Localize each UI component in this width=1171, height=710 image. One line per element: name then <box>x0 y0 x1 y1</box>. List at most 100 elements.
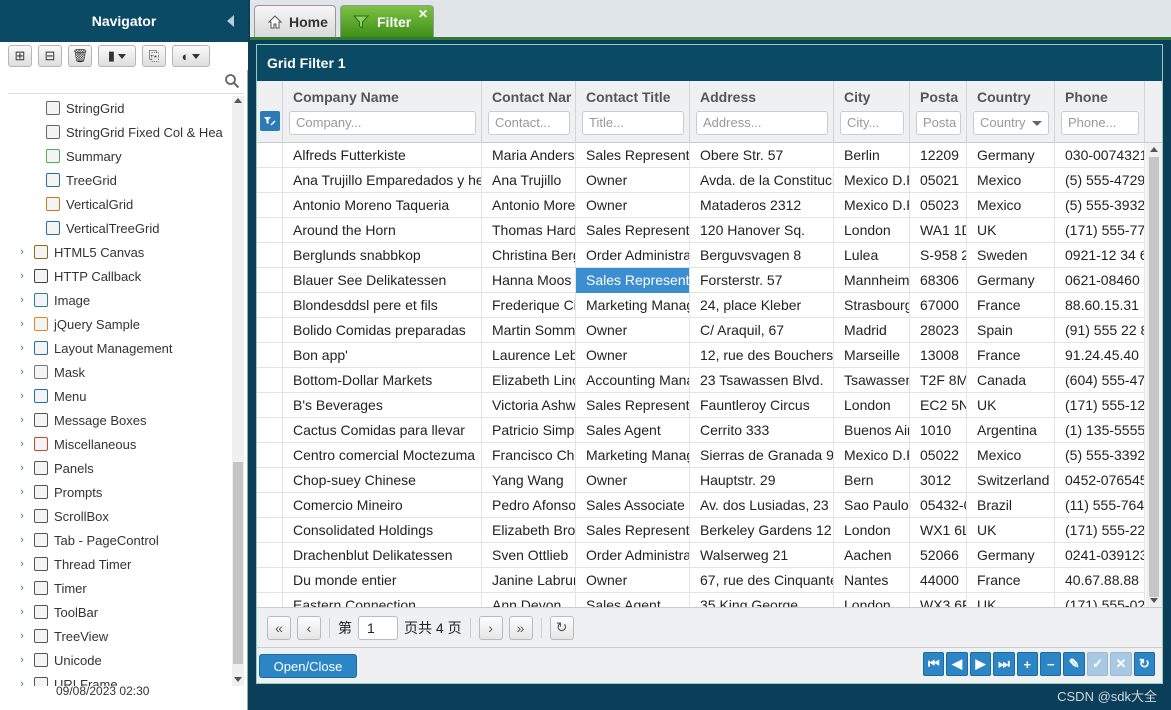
table-cell[interactable]: 12, rue des Bouchers <box>690 343 834 368</box>
table-cell[interactable]: (5) 555-4729 <box>1055 168 1145 193</box>
table-cell[interactable]: 88.60.15.31 <box>1055 293 1145 318</box>
table-cell[interactable]: (5) 555-3392 <box>1055 443 1145 468</box>
table-row[interactable]: Antonio Moreno Taqueria Antonio Moren Owne… <box>257 193 1145 218</box>
table-cell[interactable]: Frederique Cit <box>482 293 576 318</box>
table-cell[interactable]: Hauptstr. 29 <box>690 468 834 493</box>
filter-toggle-icon[interactable] <box>260 111 280 131</box>
collapse-left-icon[interactable] <box>227 15 234 27</box>
search-icon[interactable] <box>224 73 240 89</box>
table-cell[interactable]: 3012 <box>910 468 967 493</box>
db-insert-button[interactable]: + <box>1016 652 1039 676</box>
expand-chevron-icon[interactable]: › <box>16 318 28 330</box>
table-cell[interactable]: Germany <box>967 543 1055 568</box>
tree-item[interactable]: TreeGrid <box>46 168 117 192</box>
table-cell[interactable]: 12209 <box>910 143 967 168</box>
tree-item[interactable]: › ScrollBox <box>16 504 109 528</box>
table-cell[interactable]: Bon app' <box>283 343 482 368</box>
table-cell[interactable]: Ana Trujillo <box>482 168 576 193</box>
table-cell[interactable]: 1010 <box>910 418 967 443</box>
table-cell[interactable]: Marketing Manage <box>576 293 690 318</box>
db-refresh-button[interactable]: ↻ <box>1133 652 1156 676</box>
tree-item[interactable]: › Prompts <box>16 480 102 504</box>
table-cell[interactable]: Owner <box>576 343 690 368</box>
bookmark-dropdown[interactable]: ▮ <box>98 45 136 67</box>
table-cell[interactable]: Buenos Air <box>834 418 910 443</box>
db-delete-button[interactable]: − <box>1040 652 1062 676</box>
row-indicator[interactable] <box>257 493 283 518</box>
tab-filter[interactable]: Filter ✕ <box>340 5 434 37</box>
table-row[interactable]: Du monde entier Janine Labrun Owner 67, rue… <box>257 568 1145 593</box>
table-cell[interactable]: (11) 555-7647 <box>1055 493 1145 518</box>
expand-chevron-icon[interactable]: › <box>16 294 28 306</box>
table-cell[interactable]: Blondesddsl pere et fils <box>283 293 482 318</box>
table-cell[interactable]: Consolidated Holdings <box>283 518 482 543</box>
table-cell[interactable]: 05021 <box>910 168 967 193</box>
table-cell[interactable]: Fauntleroy Circus <box>690 393 834 418</box>
table-cell[interactable]: Berlin <box>834 143 910 168</box>
tree-item[interactable]: Summary <box>46 144 122 168</box>
table-cell[interactable]: France <box>967 568 1055 593</box>
open-close-button[interactable]: Open/Close <box>259 654 357 678</box>
table-cell[interactable]: Laurence Lebi <box>482 343 576 368</box>
table-cell[interactable]: France <box>967 343 1055 368</box>
table-cell[interactable]: B's Beverages <box>283 393 482 418</box>
table-cell[interactable]: Christina Berg <box>482 243 576 268</box>
table-cell[interactable]: Sales Representa <box>576 218 690 243</box>
table-cell[interactable]: Antonio Moren <box>482 193 576 218</box>
row-indicator[interactable] <box>257 318 283 343</box>
column-filter-input[interactable]: Company... <box>289 111 476 135</box>
table-cell[interactable]: 28023 <box>910 318 967 343</box>
table-row[interactable]: Blauer See Delikatessen Hanna Moos Sales R… <box>257 268 1145 293</box>
table-cell[interactable]: Berkeley Gardens 12 B <box>690 518 834 543</box>
column-filter-input[interactable]: Address... <box>696 111 828 135</box>
table-cell[interactable]: 67000 <box>910 293 967 318</box>
row-indicator[interactable] <box>257 593 283 607</box>
table-cell[interactable]: (171) 555-228 <box>1055 518 1145 543</box>
column-header[interactable]: Phone Phone... <box>1055 81 1145 143</box>
table-cell[interactable]: Francisco Cha <box>482 443 576 468</box>
table-cell[interactable]: (171) 555-778 <box>1055 218 1145 243</box>
table-row[interactable]: Alfreds Futterkiste Maria Anders Sales Rep… <box>257 143 1145 168</box>
table-cell[interactable]: Pedro Afonso <box>482 493 576 518</box>
table-cell[interactable]: Tsawassen <box>834 368 910 393</box>
table-row[interactable]: Eastern Connection Ann Devon Sales Agent 35… <box>257 593 1145 607</box>
tree-item[interactable]: StringGrid Fixed Col & Hea <box>46 120 223 144</box>
column-filter-input[interactable]: Posta <box>916 111 961 135</box>
expand-chevron-icon[interactable]: › <box>16 582 28 594</box>
row-indicator[interactable] <box>257 543 283 568</box>
table-cell[interactable]: Order Administrat <box>576 543 690 568</box>
table-cell[interactable]: 0621-08460 <box>1055 268 1145 293</box>
table-cell[interactable]: Germany <box>967 268 1055 293</box>
table-cell[interactable]: Accounting Manag <box>576 368 690 393</box>
tree-item[interactable]: › Menu <box>16 384 86 408</box>
table-cell[interactable]: Comercio Mineiro <box>283 493 482 518</box>
table-cell[interactable]: 23 Tsawassen Blvd. <box>690 368 834 393</box>
table-cell[interactable]: Mexico D.F <box>834 168 910 193</box>
table-row[interactable]: Comercio Mineiro Pedro Afonso Sales Associ… <box>257 493 1145 518</box>
table-cell[interactable]: Antonio Moreno Taqueria <box>283 193 482 218</box>
table-cell[interactable]: 40.67.88.88 <box>1055 568 1145 593</box>
table-cell[interactable]: Aachen <box>834 543 910 568</box>
table-cell[interactable]: Owner <box>576 468 690 493</box>
table-cell[interactable]: WX3 6F <box>910 593 967 607</box>
table-cell[interactable]: Drachenblut Delikatessen <box>283 543 482 568</box>
table-cell[interactable]: Around the Horn <box>283 218 482 243</box>
table-cell[interactable]: 05432-0 <box>910 493 967 518</box>
table-cell[interactable]: Eastern Connection <box>283 593 482 607</box>
table-cell[interactable]: Cerrito 333 <box>690 418 834 443</box>
table-cell[interactable]: Owner <box>576 568 690 593</box>
table-cell[interactable]: Elizabeth Linc <box>482 368 576 393</box>
table-cell[interactable]: Order Administrat <box>576 243 690 268</box>
expand-all-button[interactable]: ⊞ <box>8 45 32 67</box>
table-cell[interactable]: Centro comercial Moctezuma <box>283 443 482 468</box>
column-header[interactable]: Company Name Company... <box>283 81 482 143</box>
table-cell[interactable]: Mataderos 2312 <box>690 193 834 218</box>
first-page-button[interactable]: « <box>267 615 291 640</box>
table-cell[interactable]: Berglunds snabbkop <box>283 243 482 268</box>
table-cell[interactable]: Ann Devon <box>482 593 576 607</box>
table-cell[interactable]: Owner <box>576 168 690 193</box>
table-cell[interactable]: (1) 135-5555 <box>1055 418 1145 443</box>
table-cell[interactable]: UK <box>967 393 1055 418</box>
table-cell[interactable]: Marseille <box>834 343 910 368</box>
tree-item[interactable]: › Panels <box>16 456 94 480</box>
